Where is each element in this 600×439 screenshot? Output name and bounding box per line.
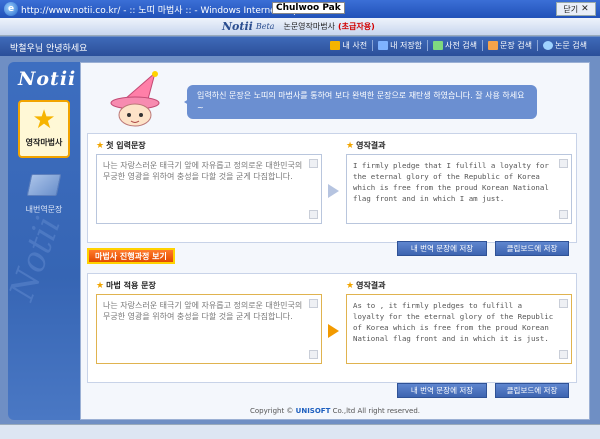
sidebar-item-label: 영작마법사 (25, 138, 63, 147)
info-bubble: 입력하신 문장은 노띠의 마법사를 통하여 보다 완벽한 문장으로 재탄생 하였… (184, 85, 537, 119)
nav-item-label: 논문 검색 (555, 41, 587, 50)
globe-icon (543, 41, 554, 50)
username-label: Chulwoo Pak (272, 2, 345, 14)
second-result-text: As to , it firmly pledges to fulfill a l… (353, 301, 554, 343)
second-result-label: ★ 영작결과 (346, 280, 386, 291)
second-clipboard-button[interactable]: 클립보드에 저장 (495, 383, 569, 398)
second-input-textbox[interactable]: 나는 자랑스러운 태극기 앞에 자유롭고 정의로운 대한민국의 무궁한 영광을 … (96, 294, 322, 364)
nav-item-sentence-search[interactable]: 문장 검색 (482, 40, 537, 51)
nav-item-label: 내 저장함 (390, 41, 423, 50)
nav-item-label: 내 사전 (342, 41, 368, 50)
view-process-button[interactable]: 마법사 진행과정 보기 (87, 248, 175, 264)
nav-bar: 박철우님 안녕하세요 내 사전 내 저장함 사전 검색 문장 검색 논문 검색 (0, 37, 600, 56)
arrow-right-icon (328, 184, 339, 198)
first-clipboard-button[interactable]: 클립보드에 저장 (495, 241, 569, 256)
star-icon: ★ (346, 280, 355, 291)
sidebar-logo: Notii (18, 68, 77, 90)
sidebar-watermark: Notii (2, 211, 69, 306)
book-icon (26, 174, 62, 196)
brand-title: 논문영작마법사 (283, 22, 335, 31)
nav-item-label: 사전 검색 (445, 41, 478, 50)
first-section: ★ 첫 입력문장 나는 자랑스러운 태극기 앞에 자유롭고 정의로운 대한민국의… (87, 133, 577, 243)
footer-brand: UNISOFT (295, 407, 331, 415)
wizard-mascot-icon (110, 71, 160, 127)
close-button[interactable]: 닫기 ✕ (556, 2, 596, 16)
book-icon (330, 41, 341, 50)
star-icon: ★ (346, 140, 355, 151)
first-save-button[interactable]: 내 번역 문장에 저장 (397, 241, 487, 256)
scroll-down-icon[interactable] (559, 210, 568, 219)
scroll-up-icon[interactable] (559, 299, 568, 308)
star-icon: ★ (96, 140, 105, 151)
first-result-textbox[interactable]: I firmly pledge that I fulfill a loyalty… (346, 154, 572, 224)
scroll-down-icon[interactable] (309, 210, 318, 219)
close-icon: ✕ (581, 4, 589, 14)
second-input-text: 나는 자랑스러운 태극기 앞에 자유롭고 정의로운 대한민국의 무궁한 영광을 … (103, 301, 303, 321)
window-titlebar: e http://www.notii.co.kr/ - :: 노띠 마법사 ::… (0, 0, 600, 18)
second-save-button[interactable]: 내 번역 문장에 저장 (397, 383, 487, 398)
brand-subtitle: (초급자용) (337, 22, 375, 31)
internet-explorer-icon: e (4, 2, 18, 16)
footer-suffix: Co.,ltd All right reserved. (332, 407, 421, 415)
footer-prefix: Copyright © (249, 407, 294, 415)
brand-beta: Beta (255, 22, 275, 31)
nav-item-my-storage[interactable]: 내 저장함 (372, 40, 427, 51)
first-input-label: ★ 첫 입력문장 (96, 140, 146, 151)
second-result-textbox[interactable]: As to , it firmly pledges to fulfill a l… (346, 294, 572, 364)
greeting-text: 박철우님 안녕하세요 (10, 44, 88, 54)
nav-item-label: 문장 검색 (500, 41, 533, 50)
first-input-textbox[interactable]: 나는 자랑스러운 태극기 앞에 자유롭고 정의로운 대한민국의 무궁한 영광을 … (96, 154, 322, 224)
first-result-label: ★ 영작결과 (346, 140, 386, 151)
scroll-down-icon[interactable] (559, 350, 568, 359)
app-header: Notii Beta 논문영작마법사 (초급자용) (0, 18, 600, 36)
scroll-down-icon[interactable] (309, 350, 318, 359)
close-button-label: 닫기 (563, 4, 579, 14)
star-icon: ★ (32, 105, 56, 135)
sidebar: Notii ★ 영작마법사 내번역문장 Notii (2, 62, 80, 420)
window-bottom-frame (0, 424, 600, 439)
arrow-right-icon (328, 324, 339, 338)
document-icon (488, 41, 499, 50)
dictionary-icon (433, 41, 444, 50)
nav-menu: 내 사전 내 저장함 사전 검색 문장 검색 논문 검색 (325, 40, 592, 51)
second-input-label: ★ 마법 적용 문장 (96, 280, 156, 291)
scroll-up-icon[interactable] (559, 159, 568, 168)
disk-icon (378, 41, 389, 50)
first-input-text: 나는 자랑스러운 태극기 앞에 자유롭고 정의로운 대한민국의 무궁한 영광을 … (103, 161, 303, 181)
copyright-footer: Copyright © UNISOFT Co.,ltd All right re… (81, 403, 589, 419)
nav-item-dictionary-search[interactable]: 사전 검색 (427, 40, 482, 51)
brand[interactable]: Notii Beta 논문영작마법사 (초급자용) (222, 20, 375, 33)
second-section: ★ 마법 적용 문장 나는 자랑스러운 태극기 앞에 자유롭고 정의로운 대한민… (87, 273, 577, 383)
first-result-text: I firmly pledge that I fulfill a loyalty… (353, 161, 549, 203)
scroll-up-icon[interactable] (309, 299, 318, 308)
main-panel: 입력하신 문장은 노띠의 마법사를 통하여 보다 완벽한 문장으로 재탄생 하였… (80, 62, 590, 420)
scroll-up-icon[interactable] (309, 159, 318, 168)
sidebar-item-wizard[interactable]: ★ 영작마법사 (18, 100, 70, 158)
nav-item-paper-search[interactable]: 논문 검색 (537, 40, 592, 51)
star-icon: ★ (96, 280, 105, 291)
sidebar-item-saved-translations[interactable]: 내번역문장 (18, 166, 70, 220)
brand-logo: Notii (222, 20, 253, 33)
nav-item-my-dictionary[interactable]: 내 사전 (325, 40, 372, 51)
